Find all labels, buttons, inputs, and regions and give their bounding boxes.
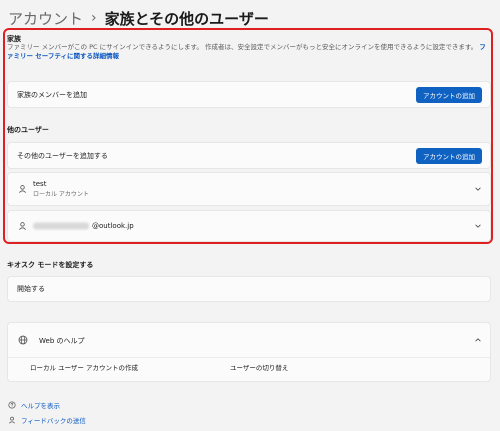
person-icon: [19, 222, 26, 230]
web-help-header[interactable]: Web のヘルプ: [8, 323, 490, 358]
feedback-icon: [9, 416, 15, 424]
user-row-outlook[interactable]: @outlook.jp: [7, 210, 491, 242]
other-add-account-button[interactable]: アカウントの追加: [416, 147, 482, 164]
user-row-test[interactable]: test ローカル アカウント: [7, 172, 491, 206]
family-description: ファミリー メンバーがこの PC にサインインできるようにします。 作成者は、安…: [7, 43, 491, 61]
kiosk-start-card[interactable]: 開始する: [7, 276, 491, 302]
breadcrumb-parent[interactable]: アカウント: [8, 8, 83, 29]
other-add-label: その他のユーザーを追加する: [17, 151, 108, 160]
chevron-down-icon[interactable]: [474, 222, 482, 230]
family-add-card: 家族のメンバーを追加 アカウントの追加: [7, 81, 491, 108]
chevron-up-icon[interactable]: [474, 336, 482, 344]
help-link-create-local-account[interactable]: ローカル ユーザー アカウントの作成: [30, 362, 138, 372]
user-name: test: [33, 180, 47, 188]
kiosk-start-label: 開始する: [17, 285, 45, 293]
help-icon: [8, 401, 16, 409]
family-add-account-button[interactable]: アカウントの追加: [416, 86, 482, 103]
get-help-label: ヘルプを表示: [21, 402, 60, 410]
web-help-links: ローカル ユーザー アカウントの作成 ユーザーの切り替え: [30, 362, 490, 376]
family-description-text: ファミリー メンバーがこの PC にサインインできるようにします。 作成者は、安…: [7, 43, 478, 51]
web-help-title: Web のヘルプ: [39, 337, 85, 345]
other-users-heading: 他のユーザー: [7, 126, 49, 134]
get-help-link[interactable]: ヘルプを表示: [8, 400, 60, 410]
help-link-switch-user[interactable]: ユーザーの切り替え: [230, 362, 288, 372]
feedback-link[interactable]: フィードバックの送信: [8, 415, 86, 425]
globe-icon: [18, 335, 28, 345]
user-type: ローカル アカウント: [33, 191, 89, 198]
person-icon: [19, 185, 26, 193]
breadcrumb: アカウント › 家族とその他のユーザー: [8, 6, 269, 30]
page-title: 家族とその他のユーザー: [104, 9, 269, 28]
feedback-label: フィードバックの送信: [21, 417, 86, 425]
user-email: @outlook.jp: [92, 222, 134, 230]
kiosk-heading: キオスク モードを設定する: [7, 261, 94, 269]
chevron-down-icon[interactable]: [474, 185, 482, 193]
family-add-label: 家族のメンバーを追加: [17, 90, 87, 99]
redacted-email: [33, 222, 89, 230]
breadcrumb-separator: ›: [91, 10, 97, 26]
other-add-card: その他のユーザーを追加する アカウントの追加: [7, 142, 491, 169]
